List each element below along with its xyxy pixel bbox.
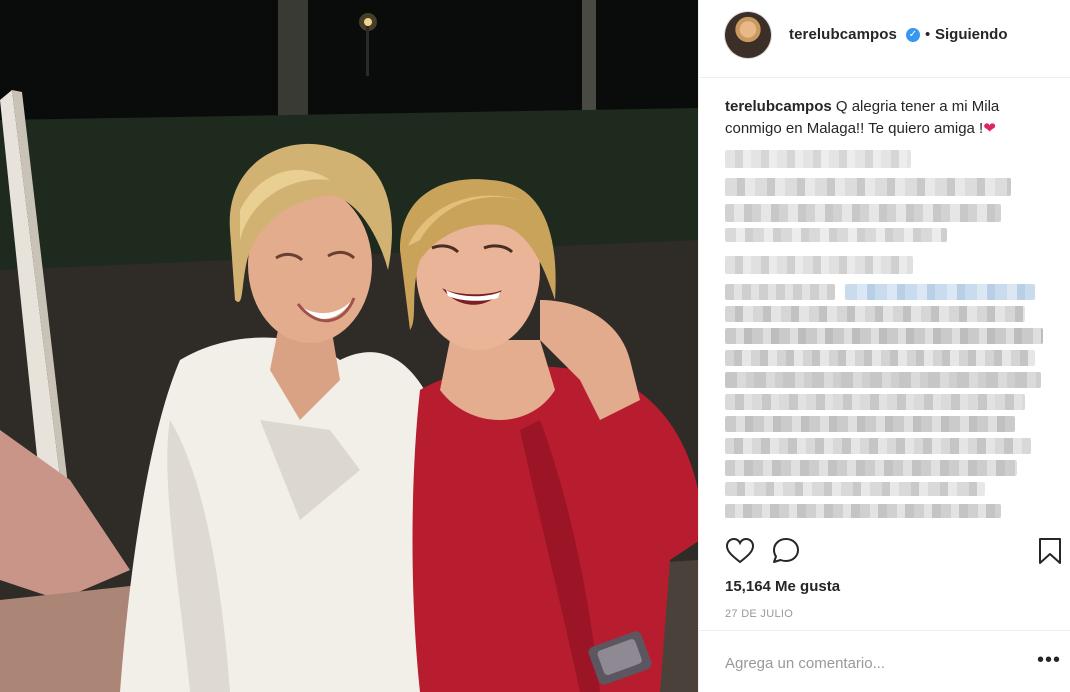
comment-input[interactable] [725, 651, 1005, 675]
comment-bar: ••• [699, 630, 1070, 692]
author-avatar[interactable] [725, 12, 771, 58]
caption-username[interactable]: terelubcampos [725, 98, 832, 115]
follow-status-button[interactable]: Siguiendo [935, 26, 1008, 43]
post-header: terelubcampos ✓ • Siguiendo [699, 0, 1070, 78]
header-separator: • [925, 26, 931, 43]
post-photo[interactable] [0, 0, 698, 692]
photo-illustration [0, 0, 698, 692]
comment-bubble-icon[interactable] [771, 536, 801, 566]
post-date[interactable]: 27 DE JULIO [725, 608, 793, 620]
heart-icon[interactable] [725, 536, 755, 566]
more-options-icon[interactable]: ••• [1037, 650, 1061, 670]
post-sidebar: terelubcampos ✓ • Siguiendo terelubcampo… [698, 0, 1070, 692]
verified-badge-icon: ✓ [906, 28, 920, 42]
bookmark-icon[interactable] [1035, 536, 1065, 566]
author-username[interactable]: terelubcampos [789, 26, 897, 43]
instagram-post: terelubcampos ✓ • Siguiendo terelubcampo… [0, 0, 1070, 692]
likes-count[interactable]: 15,164 Me gusta [725, 578, 840, 595]
post-caption: terelubcampos Q alegria tener a mi Mila … [725, 96, 1045, 140]
heart-emoji: ❤ [983, 120, 996, 137]
post-actions [699, 526, 1070, 574]
